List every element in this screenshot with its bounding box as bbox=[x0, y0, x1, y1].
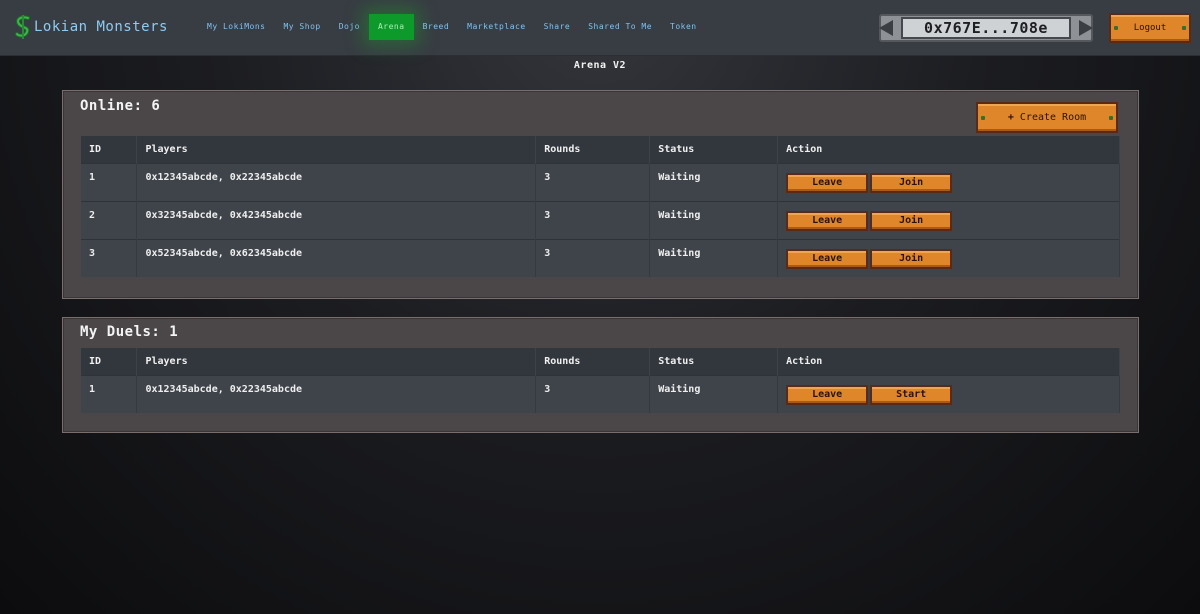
duel-rounds: 3 bbox=[535, 374, 651, 413]
leave-button[interactable]: Leave bbox=[786, 248, 869, 269]
page-title: Arena V2 bbox=[573, 60, 627, 71]
duel-actions: Leave Start bbox=[777, 374, 1120, 413]
room-status: Waiting bbox=[649, 200, 779, 239]
plus-icon: + bbox=[1007, 112, 1020, 123]
room-rounds: 3 bbox=[535, 200, 651, 239]
column-header-rounds: Rounds bbox=[535, 348, 651, 375]
room-actions: Leave Join bbox=[777, 200, 1120, 239]
my-duels-table: ID Players Rounds Status Action 1 0x1234… bbox=[81, 348, 1120, 413]
nav-item-marketplace[interactable]: Marketplace bbox=[458, 14, 534, 40]
duel-players: 0x12345abcde, 0x22345abcde bbox=[136, 374, 537, 413]
create-room-button[interactable]: + Create Room bbox=[976, 102, 1118, 133]
room-status: Waiting bbox=[649, 238, 779, 277]
room-id: 3 bbox=[81, 238, 138, 277]
online-rooms-table: ID Players Rounds Status Action 1 0x1234… bbox=[81, 136, 1120, 277]
rivet-icon bbox=[1182, 26, 1186, 30]
leave-button[interactable]: Leave bbox=[786, 172, 869, 193]
start-button[interactable]: Start bbox=[870, 384, 953, 405]
room-id: 2 bbox=[81, 200, 138, 239]
my-duels-panel: My Duels: 1 ID Players Rounds Status Act… bbox=[62, 317, 1139, 433]
column-header-rounds: Rounds bbox=[535, 136, 651, 163]
logout-button[interactable]: Logout bbox=[1109, 13, 1191, 43]
logout-label: Logout bbox=[1133, 23, 1167, 33]
join-button[interactable]: Join bbox=[870, 172, 953, 193]
brand-name: Lokian Monsters bbox=[34, 19, 168, 35]
room-status: Waiting bbox=[649, 162, 779, 201]
nav-item-shared-to-me[interactable]: Shared To Me bbox=[579, 14, 661, 40]
column-header-action: Action bbox=[777, 348, 1120, 375]
room-rounds: 3 bbox=[535, 162, 651, 201]
column-header-status: Status bbox=[649, 136, 779, 163]
nav-item-dojo[interactable]: Dojo bbox=[330, 14, 369, 40]
room-rounds: 3 bbox=[535, 238, 651, 277]
table-header-row: ID Players Rounds Status Action bbox=[81, 348, 1120, 375]
nav-links: My LokiMons My Shop Dojo Arena Breed Mar… bbox=[198, 14, 706, 40]
leave-button[interactable]: Leave bbox=[786, 384, 869, 405]
column-header-status: Status bbox=[649, 348, 779, 375]
column-header-id: ID bbox=[81, 136, 138, 163]
column-header-id: ID bbox=[81, 348, 138, 375]
join-button[interactable]: Join bbox=[870, 210, 953, 231]
duel-id: 1 bbox=[81, 374, 138, 413]
room-actions: Leave Join bbox=[777, 238, 1120, 277]
room-players: 0x32345abcde, 0x42345abcde bbox=[136, 200, 537, 239]
room-id: 1 bbox=[81, 162, 138, 201]
nav-item-share[interactable]: Share bbox=[535, 14, 580, 40]
rivet-icon bbox=[1109, 115, 1113, 120]
rivet-icon bbox=[981, 115, 985, 120]
create-room-label: Create Room bbox=[1019, 112, 1087, 123]
table-row: 1 0x12345abcde, 0x22345abcde 3 Waiting L… bbox=[81, 162, 1120, 201]
duels-heading: My Duels: 1 bbox=[80, 324, 179, 340]
nav-item-arena[interactable]: Arena bbox=[368, 14, 414, 40]
room-players: 0x52345abcde, 0x62345abcde bbox=[136, 238, 537, 277]
table-row: 3 0x52345abcde, 0x62345abcde 3 Waiting L… bbox=[81, 238, 1120, 277]
rivet-icon bbox=[1114, 26, 1118, 30]
serpent-logo-icon bbox=[15, 15, 30, 39]
online-heading: Online: 6 bbox=[80, 98, 161, 114]
leave-button[interactable]: Leave bbox=[786, 210, 869, 231]
table-row: 2 0x32345abcde, 0x42345abcde 3 Waiting L… bbox=[81, 200, 1120, 239]
table-row: 1 0x12345abcde, 0x22345abcde 3 Waiting L… bbox=[81, 374, 1120, 413]
nav-item-my-shop[interactable]: My Shop bbox=[274, 14, 329, 40]
nav-item-my-lokimons[interactable]: My LokiMons bbox=[198, 14, 274, 40]
wallet-address: 0x767E...708e bbox=[901, 17, 1071, 39]
column-header-action: Action bbox=[777, 136, 1120, 163]
room-actions: Leave Join bbox=[777, 162, 1120, 201]
room-players: 0x12345abcde, 0x22345abcde bbox=[136, 162, 537, 201]
nav-item-token[interactable]: Token bbox=[661, 14, 706, 40]
column-header-players: Players bbox=[136, 348, 537, 375]
brand[interactable]: Lokian Monsters bbox=[14, 14, 168, 40]
wallet-address-plate[interactable]: 0x767E...708e bbox=[879, 14, 1093, 42]
table-header-row: ID Players Rounds Status Action bbox=[81, 136, 1120, 163]
duel-status: Waiting bbox=[649, 374, 779, 413]
join-button[interactable]: Join bbox=[870, 248, 953, 269]
nav-item-breed[interactable]: Breed bbox=[414, 14, 459, 40]
navbar: Lokian Monsters My LokiMons My Shop Dojo… bbox=[0, 0, 1200, 56]
column-header-players: Players bbox=[136, 136, 537, 163]
online-rooms-panel: Online: 6 + Create Room ID Players Round… bbox=[62, 90, 1139, 299]
